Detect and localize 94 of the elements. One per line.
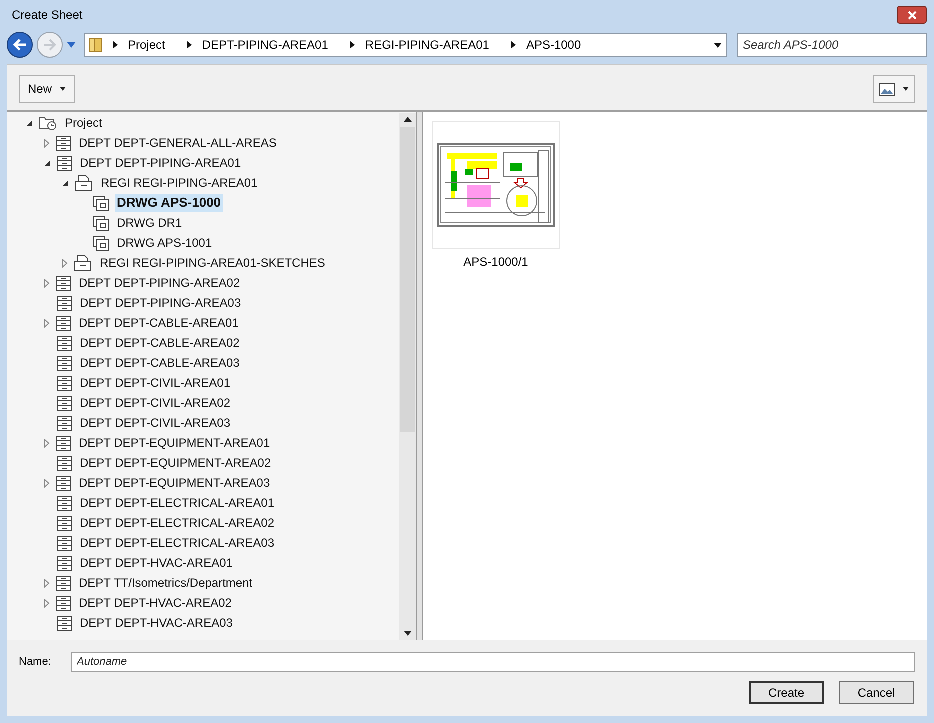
cabinet-icon <box>57 496 72 510</box>
tree-item[interactable]: DRWG APS-1000 <box>115 194 224 212</box>
tree-item[interactable]: DEPT DEPT-CIVIL-AREA03 <box>78 414 232 432</box>
tree-item[interactable]: DEPT DEPT-EQUIPMENT-AREA02 <box>78 454 274 472</box>
collapsed-arrow-icon[interactable] <box>44 598 50 608</box>
view-button[interactable] <box>873 75 915 103</box>
caret-icon <box>903 87 909 91</box>
scroll-up-icon[interactable] <box>404 117 412 122</box>
scroll-down-icon[interactable] <box>404 631 412 636</box>
forward-arrow-icon <box>43 39 57 51</box>
tree-item[interactable]: DRWG DR1 <box>115 214 184 232</box>
collapsed-arrow-icon[interactable] <box>62 258 68 268</box>
breadcrumb-item[interactable]: DEPT-PIPING-AREA01 <box>202 36 328 54</box>
chevron-right-icon[interactable] <box>187 41 192 49</box>
cabinet-icon <box>57 376 72 390</box>
cabinet-icon <box>56 436 71 450</box>
sheet-label: APS-1000/1 <box>464 254 528 271</box>
tree-item[interactable]: DEPT DEPT-EQUIPMENT-AREA01 <box>77 434 272 452</box>
expanded-arrow-icon[interactable] <box>26 120 33 126</box>
tree-item[interactable]: DEPT DEPT-PIPING-AREA02 <box>77 274 242 292</box>
cabinet-icon <box>57 156 72 170</box>
chevron-right-icon[interactable] <box>113 41 118 49</box>
tree-item[interactable]: DEPT DEPT-HVAC-AREA02 <box>77 594 234 612</box>
caret-icon <box>60 87 66 91</box>
cabinet-icon <box>56 276 71 290</box>
tree-item[interactable]: DEPT DEPT-CABLE-AREA02 <box>78 334 242 352</box>
breadcrumb-item[interactable]: APS-1000 <box>526 36 582 54</box>
folder-icon <box>89 37 103 53</box>
cabinet-icon <box>57 456 72 470</box>
dropdown-arrow-icon[interactable] <box>714 42 722 48</box>
tree-item[interactable]: Project <box>63 114 104 132</box>
collapsed-arrow-icon[interactable] <box>44 478 50 488</box>
cabinet-icon <box>57 336 72 350</box>
collapsed-arrow-icon[interactable] <box>44 578 50 588</box>
sheets-icon <box>93 196 109 210</box>
tray-icon <box>75 174 93 192</box>
name-label: Name: <box>19 654 52 670</box>
collapsed-arrow-icon[interactable] <box>44 438 50 448</box>
back-button[interactable] <box>7 32 33 58</box>
cabinet-icon <box>57 416 72 430</box>
tree-item[interactable]: DEPT DEPT-HVAC-AREA01 <box>78 554 235 572</box>
chevron-right-icon[interactable] <box>511 41 516 49</box>
tray-icon <box>74 254 92 272</box>
search-field[interactable]: Search APS-1000 <box>737 33 927 57</box>
cabinet-icon <box>57 616 72 630</box>
tree-item[interactable]: DEPT DEPT-GENERAL-ALL-AREAS <box>77 134 279 152</box>
cabinet-icon <box>57 556 72 570</box>
window-title: Create Sheet <box>11 7 83 24</box>
tree-item[interactable]: DEPT DEPT-ELECTRICAL-AREA01 <box>78 494 277 512</box>
tree-item[interactable]: DEPT DEPT-ELECTRICAL-AREA02 <box>78 514 277 532</box>
cabinet-icon <box>57 396 72 410</box>
tree-item[interactable]: DEPT DEPT-CABLE-AREA01 <box>77 314 241 332</box>
tree-item[interactable]: DRWG APS-1001 <box>115 234 214 252</box>
image-icon <box>879 82 895 96</box>
dialog-button[interactable]: Cancel <box>839 681 914 704</box>
cabinet-icon <box>57 356 72 370</box>
scroll-thumb[interactable] <box>400 127 415 432</box>
dialog-button[interactable]: Create <box>749 681 824 704</box>
tree-item[interactable]: DEPT DEPT-CIVIL-AREA01 <box>78 374 232 392</box>
expanded-arrow-icon[interactable] <box>44 160 51 166</box>
collapsed-arrow-icon[interactable] <box>44 278 50 288</box>
cabinet-icon <box>57 296 72 310</box>
cabinet-icon <box>56 316 71 330</box>
close-button[interactable] <box>897 6 927 24</box>
tree-item[interactable]: DEPT TT/Isometrics/Department <box>77 574 255 592</box>
scrollbar[interactable] <box>399 113 416 640</box>
cabinet-icon <box>57 536 72 550</box>
tree-item[interactable]: DEPT DEPT-ELECTRICAL-AREA03 <box>78 534 277 552</box>
collapsed-arrow-icon[interactable] <box>44 138 50 148</box>
tree-item[interactable]: REGI REGI-PIPING-AREA01-SKETCHES <box>98 254 328 272</box>
tree-item[interactable]: REGI REGI-PIPING-AREA01 <box>99 174 260 192</box>
folder-clock-icon <box>39 115 57 131</box>
cabinet-icon <box>56 476 71 490</box>
tree-item[interactable]: DEPT DEPT-PIPING-AREA01 <box>78 154 244 172</box>
chevron-right-icon[interactable] <box>350 41 356 49</box>
sheets-icon <box>93 236 109 250</box>
cabinet-icon <box>56 596 71 610</box>
sheets-icon <box>93 216 109 230</box>
cabinet-icon <box>56 576 71 590</box>
cabinet-icon <box>57 516 72 530</box>
close-icon <box>908 10 916 20</box>
tree-item[interactable]: DEPT DEPT-EQUIPMENT-AREA03 <box>77 474 272 492</box>
breadcrumb-item[interactable]: REGI-PIPING-AREA01 <box>365 36 490 54</box>
cabinet-icon <box>56 136 71 150</box>
address-bar[interactable]: Project DEPT-PIPING-AREA01 REGI-PIPING-AREA01 APS-1000 <box>84 33 727 57</box>
tree-item[interactable]: DEPT DEPT-CABLE-AREA03 <box>78 354 242 372</box>
breadcrumb-item[interactable]: Project <box>128 36 166 54</box>
collapsed-arrow-icon[interactable] <box>44 318 50 328</box>
tree-item[interactable]: DEPT DEPT-PIPING-AREA03 <box>78 294 244 312</box>
tree-item[interactable]: DEPT DEPT-CIVIL-AREA02 <box>78 394 232 412</box>
expanded-arrow-icon[interactable] <box>62 180 69 186</box>
new-button[interactable]: New <box>19 75 76 103</box>
tree-item[interactable]: DEPT DEPT-HVAC-AREA03 <box>78 614 235 632</box>
back-arrow-icon <box>13 39 27 51</box>
